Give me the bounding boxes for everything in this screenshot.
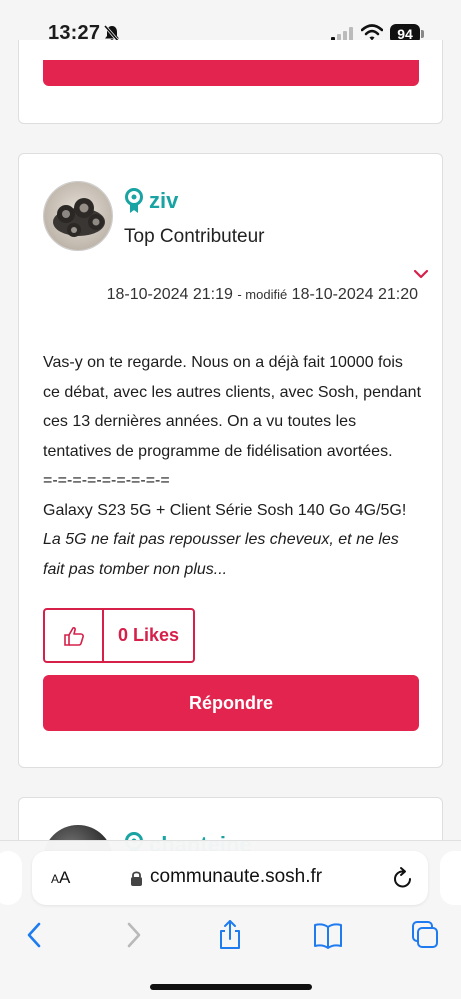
post-card: ziv Top Contributeur 18-10-2024 21:19 - … [18, 153, 443, 768]
previous-tab-preview[interactable] [0, 851, 22, 905]
tabs-icon[interactable] [410, 919, 440, 951]
address-bar[interactable]: AA communaute.sosh.fr [32, 851, 428, 905]
home-indicator[interactable] [150, 984, 312, 990]
reload-icon[interactable] [392, 866, 414, 890]
like-button[interactable] [45, 610, 104, 661]
previous-post-card [18, 40, 443, 124]
signature-divider: =-=-=-=-=-=-=-=-= [43, 472, 170, 489]
date-posted: 18-10-2024 21:19 [106, 286, 233, 303]
back-icon[interactable] [20, 919, 50, 951]
next-tab-preview[interactable] [440, 851, 461, 905]
like-control: 0 Likes [43, 608, 195, 663]
author-username[interactable]: ziv [149, 188, 178, 214]
text-size-small: A [51, 872, 60, 886]
previous-reply-button[interactable] [43, 60, 419, 86]
browser-toolbar [0, 919, 461, 959]
author-rank: Top Contributeur [124, 226, 265, 247]
share-icon[interactable] [215, 919, 245, 951]
avatar[interactable] [43, 181, 113, 251]
text-size-big: A [59, 868, 71, 887]
forward-icon[interactable] [118, 919, 148, 951]
signature-line: Galaxy S23 5G + Client Série Sosh 140 Go… [43, 501, 407, 519]
browser-chrome: AA communaute.sosh.fr [0, 840, 461, 999]
chevron-down-icon[interactable] [413, 269, 429, 279]
lock-icon [131, 871, 142, 886]
page: 13:27 94 ziv Top Contributeur 18-10-2024… [0, 0, 461, 999]
likes-count[interactable]: 0 Likes [104, 610, 193, 661]
bookmarks-icon[interactable] [313, 919, 343, 951]
post-body: Vas-y on te regarde. Nous on a déjà fait… [43, 348, 423, 584]
author-row: ziv [123, 188, 178, 214]
post-paragraph: Vas-y on te regarde. Nous on a déjà fait… [43, 354, 422, 460]
avatar-image [44, 182, 112, 250]
text-size-button[interactable]: AA [51, 868, 70, 888]
rank-icon [125, 188, 143, 213]
post-dates: 18-10-2024 21:19 - modifié 18-10-2024 21… [107, 286, 418, 304]
reply-button[interactable]: Répondre [43, 675, 419, 731]
thumbs-up-icon [63, 626, 84, 646]
battery-tip [421, 30, 424, 38]
modified-label: - modifié [237, 287, 288, 302]
date-modified: 18-10-2024 21:20 [291, 286, 418, 303]
signature-italic: La 5G ne fait pas repousser les cheveux,… [43, 531, 399, 578]
url-text[interactable]: communaute.sosh.fr [150, 866, 322, 888]
